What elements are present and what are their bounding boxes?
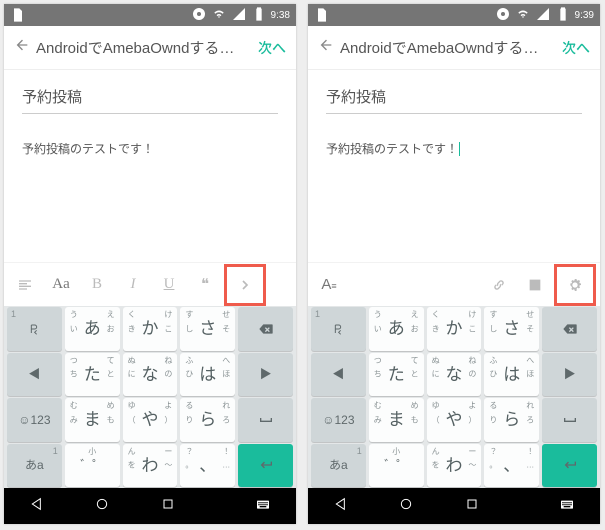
key-ka[interactable]: くけきこか xyxy=(427,307,482,351)
highlight-box xyxy=(224,264,266,306)
app-bar: AndroidでAmebaOwndする… 次へ xyxy=(308,26,600,70)
key-wa[interactable]: んーを〜わ xyxy=(427,444,482,488)
back-button[interactable] xyxy=(14,37,30,58)
key-ha[interactable]: ふへひほは xyxy=(484,353,539,397)
post-body-input[interactable]: 予約投稿のテストです！ xyxy=(4,126,296,171)
status-bar: 9:39 xyxy=(308,4,600,26)
next-button[interactable]: 次へ xyxy=(562,38,590,58)
key-left[interactable]: ◀ xyxy=(311,353,366,397)
key-left[interactable]: ◀ xyxy=(7,353,62,397)
app-bar: AndroidでAmebaOwndする… 次へ xyxy=(4,26,296,70)
nav-ime-icon[interactable] xyxy=(559,496,575,517)
underline-icon[interactable]: U xyxy=(152,268,186,302)
nav-recent-icon[interactable] xyxy=(464,496,480,517)
android-nav-bar xyxy=(4,488,296,524)
text-mode-icon[interactable]: A≡ xyxy=(312,268,346,302)
image-icon[interactable] xyxy=(518,268,552,302)
key-enter[interactable] xyxy=(542,444,597,488)
key-ya[interactable]: ゆよ（）や xyxy=(123,398,178,442)
key-wa[interactable]: んーを〜わ xyxy=(123,444,178,488)
quote-icon[interactable]: ❝ xyxy=(188,268,222,302)
key-ka[interactable]: くけきこか xyxy=(123,307,178,351)
link-icon[interactable] xyxy=(482,268,516,302)
key-ya[interactable]: ゆよ（）や xyxy=(427,398,482,442)
italic-icon[interactable]: I xyxy=(116,268,150,302)
title-field-wrap: 予約投稿 xyxy=(308,70,600,126)
key-enter[interactable] xyxy=(238,444,293,488)
status-time: 9:38 xyxy=(271,10,290,21)
back-button[interactable] xyxy=(318,37,334,58)
status-battery-icon xyxy=(251,6,267,25)
key-mode[interactable]: 1あa xyxy=(7,444,62,488)
more-icon[interactable] xyxy=(228,268,262,302)
android-nav-bar xyxy=(308,488,600,524)
key-punc[interactable]: ？！。…、 xyxy=(484,444,539,488)
status-sim-icon xyxy=(314,7,330,23)
screen-0: 9:38 AndroidでAmebaOwndする… 次へ予約投稿予約投稿のテストです… xyxy=(4,4,296,524)
post-title-input[interactable]: 予約投稿 xyxy=(22,82,278,114)
status-cell-icon xyxy=(231,6,247,25)
key-dakuten[interactable]: 小゛゜ xyxy=(65,444,120,488)
soft-keyboard: 1うえいおあくけきこかすせしそさ ◀つてちとたぬねにのなふへひほは▶ ☺123むめみ… xyxy=(4,306,296,488)
format-toolbar: A≡ xyxy=(308,262,600,306)
status-cell-icon xyxy=(535,6,551,25)
key-right[interactable]: ▶ xyxy=(542,353,597,397)
status-chat-icon xyxy=(495,6,511,25)
post-title-input[interactable]: 予約投稿 xyxy=(326,82,582,114)
nav-home-icon[interactable] xyxy=(94,496,110,517)
title-field-wrap: 予約投稿 xyxy=(4,70,296,126)
key-ra[interactable]: るれりろら xyxy=(180,398,235,442)
page-title: AndroidでAmebaOwndする… xyxy=(36,37,252,58)
key-right[interactable]: ▶ xyxy=(238,353,293,397)
key-ma[interactable]: むめみもま xyxy=(65,398,120,442)
highlight-box xyxy=(554,264,596,306)
key-backspace[interactable] xyxy=(238,307,293,351)
key-ma[interactable]: むめみもま xyxy=(369,398,424,442)
post-body-input[interactable]: 予約投稿のテストです！ xyxy=(308,126,600,171)
status-wifi-icon xyxy=(211,6,227,25)
align-icon[interactable] xyxy=(8,268,42,302)
key-symbols[interactable]: ☺123 xyxy=(311,398,366,442)
key-ra[interactable]: るれりろら xyxy=(484,398,539,442)
key-a[interactable]: うえいおあ xyxy=(65,307,120,351)
key-sa[interactable]: すせしそさ xyxy=(484,307,539,351)
key-ta[interactable]: つてちとた xyxy=(65,353,120,397)
key-dakuten[interactable]: 小゛゜ xyxy=(369,444,424,488)
status-bar: 9:38 xyxy=(4,4,296,26)
status-chat-icon xyxy=(191,6,207,25)
status-wifi-icon xyxy=(515,6,531,25)
format-toolbar: AaBIU❝ xyxy=(4,262,296,306)
key-prev-candidate[interactable]: 1 xyxy=(311,307,366,351)
key-mode[interactable]: 1あa xyxy=(311,444,366,488)
nav-back-icon[interactable] xyxy=(333,496,349,517)
settings-icon[interactable] xyxy=(558,268,592,302)
key-symbols[interactable]: ☺123 xyxy=(7,398,62,442)
key-ha[interactable]: ふへひほは xyxy=(180,353,235,397)
status-sim-icon xyxy=(10,7,26,23)
key-punc[interactable]: ？！。…、 xyxy=(180,444,235,488)
screen-1: 9:39 AndroidでAmebaOwndする… 次へ予約投稿予約投稿のテストです… xyxy=(308,4,600,524)
key-sa[interactable]: すせしそさ xyxy=(180,307,235,351)
next-button[interactable]: 次へ xyxy=(258,38,286,58)
text-size-icon[interactable]: Aa xyxy=(44,268,78,302)
nav-home-icon[interactable] xyxy=(398,496,414,517)
nav-recent-icon[interactable] xyxy=(160,496,176,517)
text-cursor xyxy=(459,142,460,156)
key-prev-candidate[interactable]: 1 xyxy=(7,307,62,351)
key-space[interactable] xyxy=(238,398,293,442)
key-na[interactable]: ぬねにのな xyxy=(427,353,482,397)
nav-ime-icon[interactable] xyxy=(255,496,271,517)
key-na[interactable]: ぬねにのな xyxy=(123,353,178,397)
soft-keyboard: 1うえいおあくけきこかすせしそさ ◀つてちとたぬねにのなふへひほは▶ ☺123むめみ… xyxy=(308,306,600,488)
key-a[interactable]: うえいおあ xyxy=(369,307,424,351)
bold-icon[interactable]: B xyxy=(80,268,114,302)
key-ta[interactable]: つてちとた xyxy=(369,353,424,397)
status-time: 9:39 xyxy=(575,10,594,21)
status-battery-icon xyxy=(555,6,571,25)
page-title: AndroidでAmebaOwndする… xyxy=(340,37,556,58)
nav-back-icon[interactable] xyxy=(29,496,45,517)
key-space[interactable] xyxy=(542,398,597,442)
key-backspace[interactable] xyxy=(542,307,597,351)
